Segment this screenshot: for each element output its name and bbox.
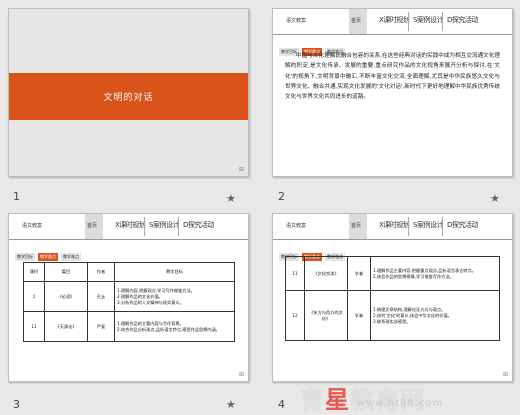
divider [442, 217, 443, 236]
tab: 教学难点 [61, 253, 81, 261]
slide-action-icon: ⊞ [238, 371, 244, 378]
watermark-url: www.ht88.com [357, 398, 444, 409]
nav-item: S案例设计 [149, 221, 179, 229]
divider [442, 12, 443, 31]
tab-active: 教学重点 [38, 253, 58, 261]
table-cell: 《天演论》 [44, 311, 88, 342]
slide-thumbnail-4[interactable]: 语文教案 首页 X课时规划 S案例设计 D探究活动 教学目标 教学重点 教学难点 1… [272, 213, 513, 382]
lesson-table: 课时 篇目 作者 教学目标 1 《论语》 孔丘 1.理解内容,把握观点,学习写作… [23, 262, 235, 342]
table-header: 课时 [23, 262, 45, 282]
slide-number-1: 1 [13, 190, 20, 203]
divider [408, 217, 409, 236]
table-cell: 孔丘 [87, 281, 115, 312]
watermark-text-red: 星 [325, 386, 350, 414]
title-band: 文明的对话 [9, 73, 248, 120]
table-cell: 《论语》 [44, 281, 88, 312]
table-header: 作者 [87, 262, 115, 282]
slide-thumbnail-3[interactable]: 语文教案 首页 X课时规划 S案例设计 D探究活动 教学目标 教学重点 教学难点 课… [8, 213, 249, 382]
table-cell: 严复 [87, 311, 115, 342]
slide-header: 语文教案 首页 X课时规划 S案例设计 D探究活动 [9, 214, 248, 240]
slide-tabs: 教学目标 教学重点 教学难点 [15, 243, 84, 261]
slide-number-4: 4 [278, 398, 285, 411]
lesson-table: 11 《文化交流》 学者 1.理解作品主要内容,把握重点观点,品析语言表达特点。… [285, 256, 500, 341]
slide-tabs: 教学目标 教学重点 教学难点 [279, 38, 348, 56]
slide-transition-icon[interactable]: ★ [226, 192, 236, 205]
slide-number-3: 3 [13, 398, 20, 411]
table-cell: 《文化交流》 [304, 256, 348, 291]
table-cell: 1.理解内容,把握观点,学习写作借鉴方法。 2.理解作品的文化价值。 3.分析作品的… [114, 281, 235, 312]
nav-item: D探究活动 [183, 221, 214, 229]
nav-item: S案例设计 [413, 16, 443, 24]
table-cell: 1.理解作品的主要内容与写作背景。 2.结合作品分析观点,品析语言特点,感受作品思… [114, 311, 235, 342]
slide-header: 语文教案 首页 X课时规划 S案例设计 D探究活动 [273, 214, 512, 240]
table-cell: 11 [23, 311, 45, 342]
divider [178, 217, 179, 236]
slide-transition-icon[interactable]: ★ [226, 398, 236, 411]
slide-action-icon: ⊞ [502, 371, 508, 378]
table-row: 11 《天演论》 严复 1.理解作品的主要内容与写作背景。 2.结合作品分析观点,… [23, 311, 235, 342]
table-cell: 《东方与西方的文化》 [304, 290, 348, 341]
table-header: 教学目标 [114, 262, 235, 282]
table-cell: 1 [23, 281, 45, 312]
nav-item: X课时规划 [379, 16, 410, 24]
table-cell: 11 [285, 256, 305, 291]
table-row: 1 《论语》 孔丘 1.理解内容,把握观点,学习写作借鉴方法。 2.理解作品的文化… [23, 281, 235, 312]
header-brand: 语文教案 [286, 223, 307, 229]
watermark-text: 育 [300, 386, 325, 414]
header-brand: 语文教案 [22, 223, 43, 229]
nav-item: S案例设计 [413, 221, 443, 229]
nav-item: D探究活动 [447, 16, 478, 24]
slide-title: 文明的对话 [103, 93, 154, 103]
table-cell: 1.梳理文章结构,理解论证方式与观点。 2.探究'文化'的意义,体会中华文化的价值… [370, 290, 500, 341]
divider [408, 12, 409, 31]
nav-item: X课时规划 [115, 221, 146, 229]
table-cell: 12 [285, 290, 305, 341]
table-cell: 学者 [347, 290, 371, 341]
slide-thumbnail-1[interactable]: 文明的对话 ⊞ [8, 8, 249, 177]
slide-number-2: 2 [278, 190, 285, 203]
slide-paragraph: 中国与文化理解比融合包容的关系,在这些经典对话的实践中成为相互交流通文化理解的积… [285, 53, 500, 101]
tab: 教学目标 [15, 253, 35, 261]
table-cell: 1.理解作品主要内容,把握重点观点,品析语言表达特点。 2.体会作品的思想感情,学… [370, 256, 500, 291]
slide-tabs: 教学目标 教学重点 教学难点 [279, 243, 348, 261]
home-button: 首页 [351, 18, 362, 24]
table-row: 12 《东方与西方的文化》 学者 1.梳理文章结构,理解论证方式与观点。 2.探究… [285, 290, 500, 341]
slide-thumbnail-2[interactable]: 语文教案 首页 X课时规划 S案例设计 D探究活动 教学目标 教学重点 教学难点 中… [272, 8, 513, 177]
divider [144, 217, 145, 236]
table-cell: 学者 [347, 256, 371, 291]
slide-transition-icon[interactable]: ★ [490, 192, 500, 205]
table-header: 篇目 [44, 262, 88, 282]
home-button: 首页 [87, 223, 98, 229]
header-brand: 语文教案 [286, 18, 307, 24]
nav-item: X课时规划 [379, 221, 410, 229]
table-row: 11 《文化交流》 学者 1.理解作品主要内容,把握重点观点,品析语言表达特点。… [285, 256, 500, 291]
slide-header: 语文教案 首页 X课时规划 S案例设计 D探究活动 [273, 9, 512, 35]
home-button: 首页 [351, 223, 362, 229]
nav-item: D探究活动 [447, 221, 478, 229]
slide-action-icon: ⊞ [238, 166, 244, 173]
